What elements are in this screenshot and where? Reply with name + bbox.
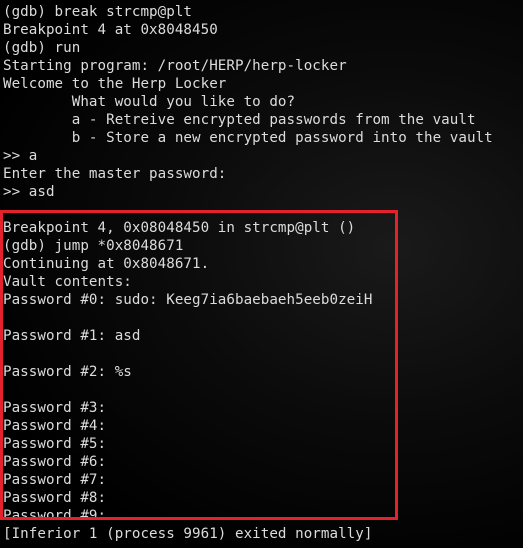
terminal-line: Starting program: /root/HERP/herp-locker <box>3 58 347 74</box>
terminal-line: Continuing at 0x8048671. <box>3 256 210 272</box>
terminal-line: Password #4: <box>3 418 107 434</box>
terminal-line: b - Store a new encrypted password into … <box>3 130 493 146</box>
terminal-line: Enter the master password: <box>3 166 227 182</box>
terminal-line: Password #5: <box>3 436 107 452</box>
terminal-line: Password #0: sudo: Keeg7ia6baebaeh5eeb0z… <box>3 292 373 308</box>
terminal-line: >> asd <box>3 184 55 200</box>
terminal-line: Password #8: <box>3 490 107 506</box>
terminal-line: Password #3: <box>3 400 107 416</box>
terminal-line: Vault contents: <box>3 274 132 290</box>
terminal-line: >> a <box>3 148 38 164</box>
terminal-line: Password #2: %s <box>3 364 132 380</box>
terminal-line: (gdb) run <box>3 40 81 56</box>
terminal-line: Breakpoint 4 at 0x8048450 <box>3 22 218 38</box>
terminal-line: Breakpoint 4, 0x08048450 in strcmp@plt (… <box>3 220 356 236</box>
terminal-line: Password #9: <box>3 508 107 524</box>
terminal-line: Password #1: asd <box>3 328 141 344</box>
terminal-line: Password #6: <box>3 454 107 470</box>
terminal-line: a - Retreive encrypted passwords from th… <box>3 112 476 128</box>
terminal-line: Password #7: <box>3 472 107 488</box>
terminal-line: What would you like to do? <box>3 94 296 110</box>
terminal-line: (gdb) jump *0x8048671 <box>3 238 184 254</box>
terminal-window[interactable]: (gdb) break strcmp@plt Breakpoint 4 at 0… <box>0 0 523 548</box>
terminal-line: [Inferior 1 (process 9961) exited normal… <box>3 526 373 542</box>
terminal-line: Welcome to the Herp Locker <box>3 76 227 92</box>
terminal-line: (gdb) break strcmp@plt <box>3 4 193 20</box>
